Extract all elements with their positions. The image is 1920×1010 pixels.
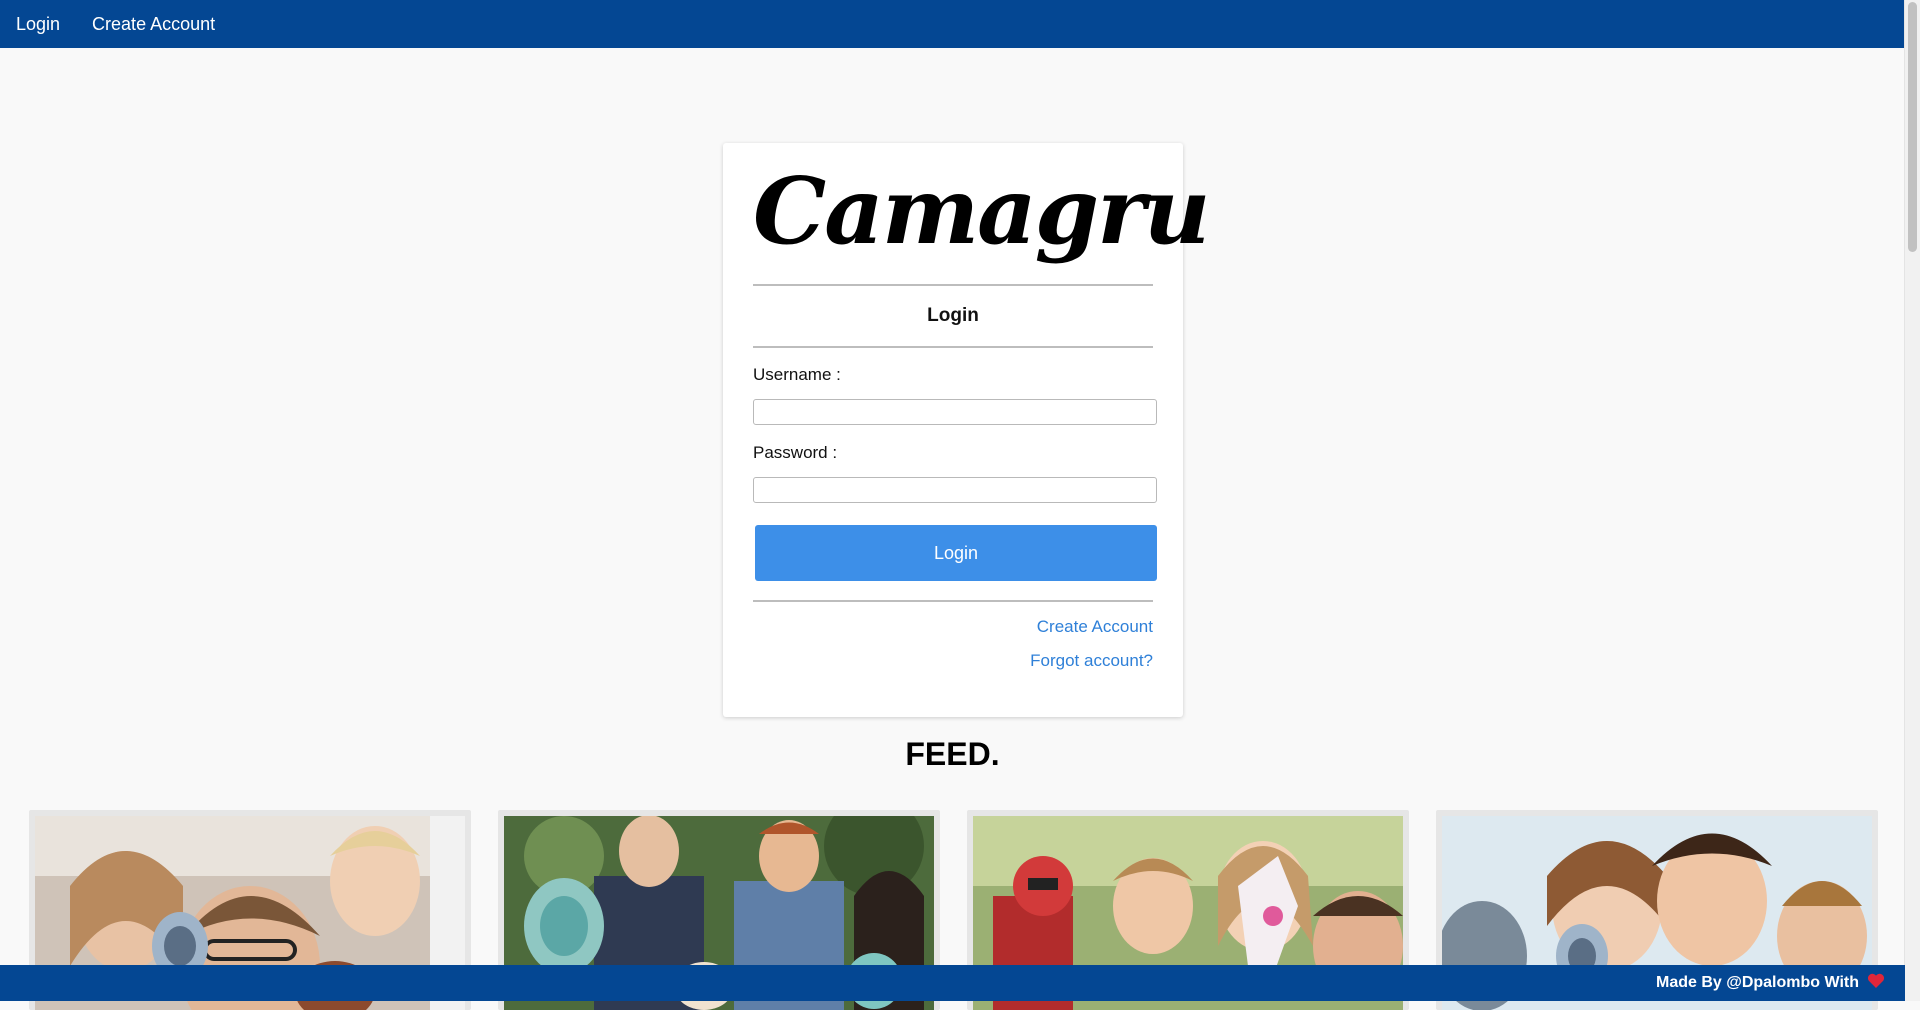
feed-heading: FEED.: [905, 736, 1000, 772]
page-scrollbar[interactable]: [1904, 0, 1920, 1001]
password-input[interactable]: [753, 477, 1157, 503]
scrollbar-thumb[interactable]: [1908, 2, 1917, 252]
camagru-logo: Camagru: [753, 157, 1210, 265]
login-heading: Login: [927, 305, 979, 326]
password-label: Password :: [753, 443, 838, 462]
login-card: Camagru Login Username : Password : Logi…: [723, 143, 1210, 717]
divider: [753, 284, 1153, 286]
nav-login-link[interactable]: Login: [16, 14, 60, 35]
top-navbar: Login Create Account: [0, 0, 1905, 48]
footer-credit: Made By @Dpalombo With: [1655, 974, 1859, 991]
nav-create-account-link[interactable]: Create Account: [92, 14, 215, 35]
login-button[interactable]: Login: [755, 525, 1157, 581]
create-account-link[interactable]: Create Account: [1037, 617, 1153, 637]
footer: Made By @Dpalombo With: [0, 965, 1905, 1001]
username-input[interactable]: [753, 399, 1157, 425]
divider: [753, 346, 1153, 348]
forgot-account-link[interactable]: Forgot account?: [1030, 651, 1153, 671]
username-label: Username :: [753, 365, 841, 384]
divider: [753, 600, 1153, 602]
heart-icon: [1867, 973, 1885, 994]
